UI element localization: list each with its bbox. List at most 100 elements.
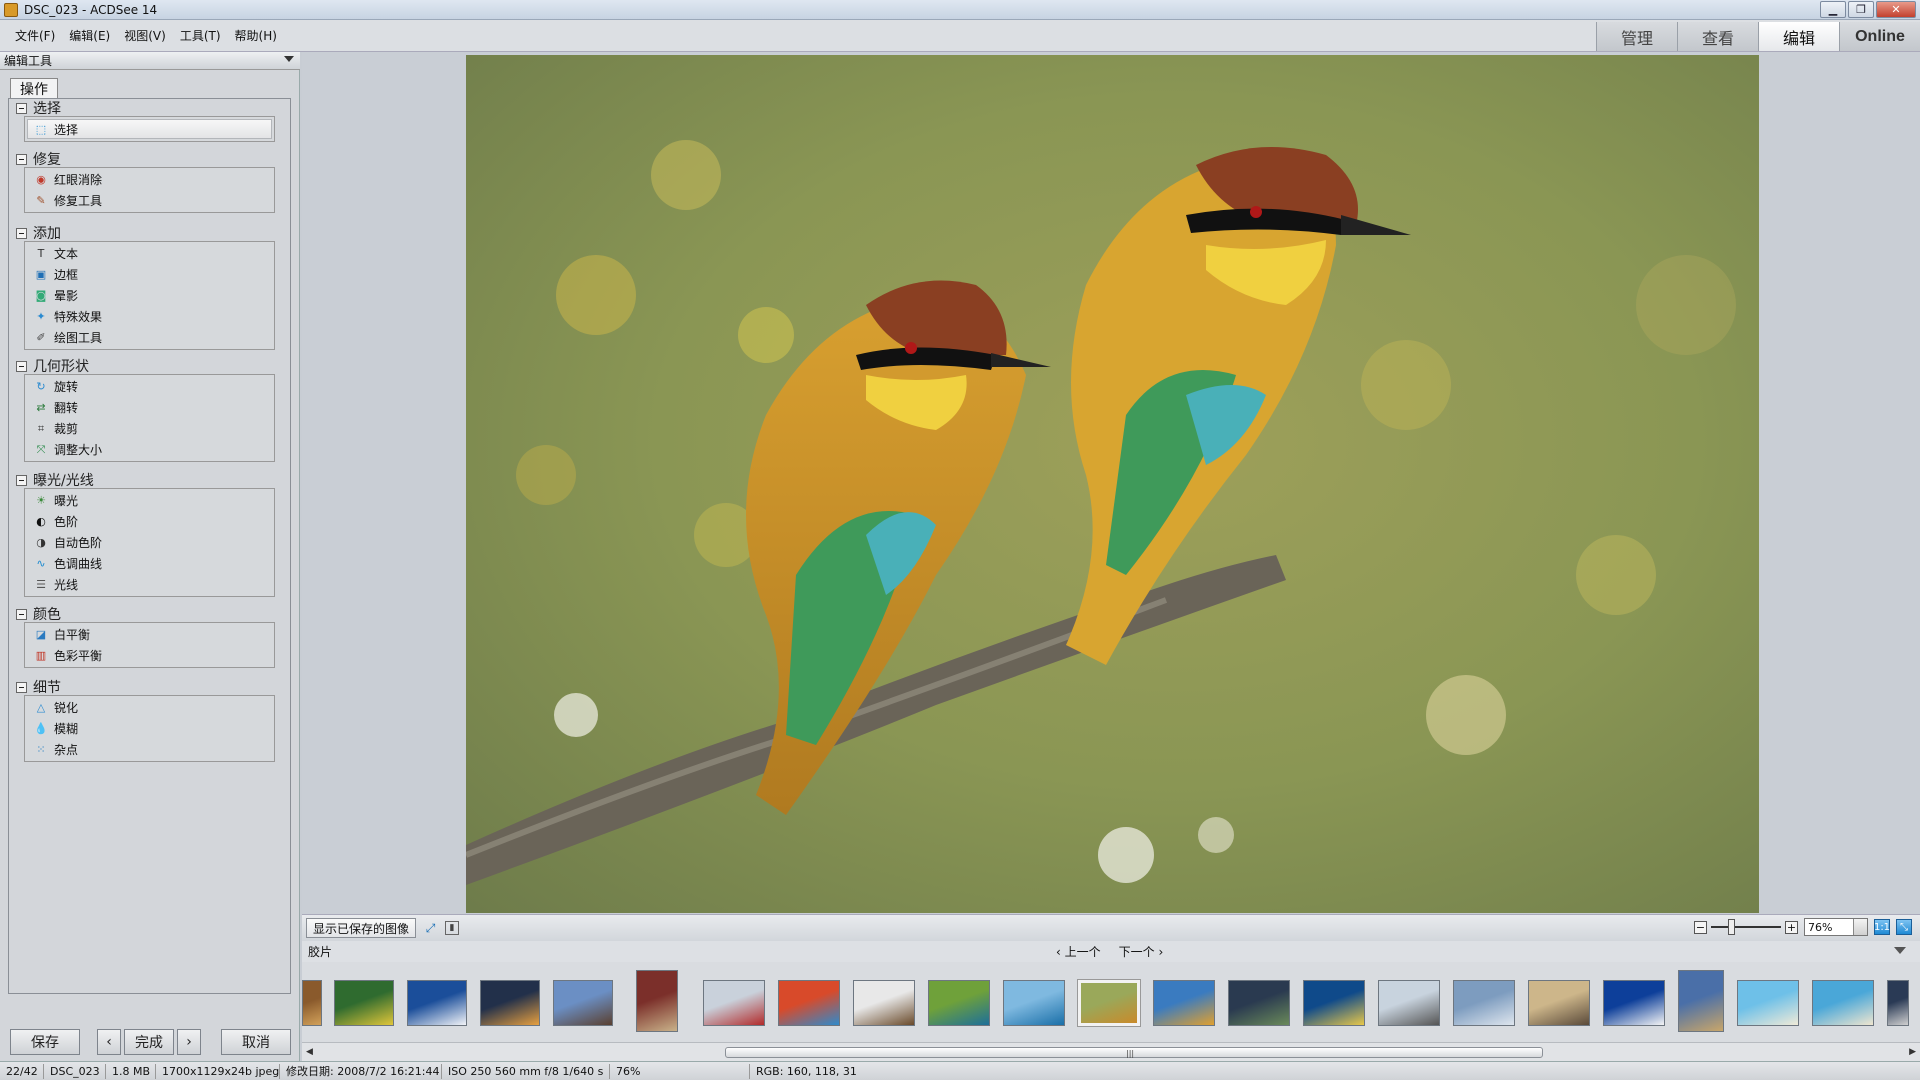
status-filename: DSC_023 <box>44 1063 106 1079</box>
tool-item[interactable]: ✎ 修复工具 <box>25 190 274 211</box>
collapse-minus-icon[interactable] <box>16 608 27 620</box>
tool-item[interactable]: ▣ 边框 <box>25 264 274 285</box>
tool-item[interactable]: ◪ 白平衡 <box>25 624 274 645</box>
bee-eaters-photo[interactable] <box>466 55 1759 913</box>
filmstrip-thumb-09[interactable] <box>853 980 915 1026</box>
tool-item[interactable]: ⤧ 调整大小 <box>25 439 274 460</box>
tab-operations[interactable]: 操作 <box>10 78 58 98</box>
actual-size-icon[interactable]: 1:1 <box>1874 919 1890 935</box>
filmstrip-thumb-12[interactable] <box>1077 979 1141 1027</box>
filmstrip-thumb-20[interactable] <box>1678 970 1724 1032</box>
tool-group-header[interactable]: 修复 <box>16 151 276 168</box>
tool-item[interactable]: 💧 模糊 <box>25 718 274 739</box>
tool-item[interactable]: ◑ 自动色阶 <box>25 532 274 553</box>
minimize-button[interactable]: ▁ <box>1820 1 1846 18</box>
filmstrip-scrollbar[interactable]: ◀ ||| ▶ <box>302 1042 1920 1061</box>
filmstrip-thumb-08[interactable] <box>778 980 840 1026</box>
tool-group-header[interactable]: 曝光/光线 <box>16 472 276 489</box>
filmstrip-thumb-01[interactable] <box>302 980 322 1026</box>
filmstrip-collapse-icon[interactable] <box>1894 947 1906 954</box>
tool-item[interactable]: ◐ 色阶 <box>25 511 274 532</box>
show-saved-image-button[interactable]: 显示已保存的图像 <box>306 918 417 938</box>
close-button[interactable]: ✕ <box>1876 1 1916 18</box>
histogram-icon[interactable]: ▮ <box>445 921 460 935</box>
restore-button[interactable]: ❐ <box>1848 1 1874 18</box>
filmstrip-thumb-03[interactable] <box>407 980 467 1026</box>
tool-item[interactable]: ☀ 曝光 <box>25 490 274 511</box>
collapse-minus-icon[interactable] <box>16 227 27 239</box>
tool-group-header[interactable]: 选择 <box>16 100 276 117</box>
collapse-minus-icon[interactable] <box>16 153 27 165</box>
filmstrip-thumb-05[interactable] <box>553 980 613 1026</box>
filmstrip-thumb-17[interactable] <box>1453 980 1515 1026</box>
fit-to-screen-icon[interactable]: ⤢ <box>422 920 439 937</box>
tool-item[interactable]: ∿ 色调曲线 <box>25 553 274 574</box>
mode-tab-edit[interactable]: 编辑 <box>1758 22 1839 51</box>
tool-item[interactable]: T 文本 <box>25 243 274 264</box>
menu-edit[interactable]: 编辑(E) <box>62 27 117 44</box>
filmstrip-thumb-21[interactable] <box>1737 980 1799 1026</box>
tool-group-header[interactable]: 颜色 <box>16 606 276 623</box>
zoom-slider-thumb[interactable] <box>1728 919 1735 935</box>
filmstrip-thumb-15[interactable] <box>1303 980 1365 1026</box>
tool-item[interactable]: ☰ 光线 <box>25 574 274 595</box>
tool-item[interactable]: ◙ 晕影 <box>25 285 274 306</box>
menu-file[interactable]: 文件(F) <box>8 27 62 44</box>
collapse-minus-icon[interactable] <box>16 474 27 486</box>
collapse-minus-icon[interactable] <box>16 102 27 114</box>
tool-item[interactable]: ✦ 特殊效果 <box>25 306 274 327</box>
filmstrip-thumb-22[interactable] <box>1812 980 1874 1026</box>
mode-tab-online[interactable]: Online <box>1839 22 1920 51</box>
filmstrip <box>302 962 1920 1042</box>
filmstrip-thumb-07[interactable] <box>703 980 765 1026</box>
collapse-minus-icon[interactable] <box>16 360 27 372</box>
fit-image-icon[interactable]: ⤡ <box>1896 919 1912 935</box>
zoom-level-select[interactable]: 76% <box>1804 918 1868 936</box>
done-button[interactable]: 完成 <box>124 1029 174 1055</box>
filmstrip-thumb-23[interactable] <box>1887 980 1909 1026</box>
filmstrip-thumb-02[interactable] <box>334 980 394 1026</box>
zoom-slider[interactable] <box>1711 919 1781 935</box>
filmstrip-thumb-14[interactable] <box>1228 980 1290 1026</box>
menu-help[interactable]: 帮助(H) <box>228 27 284 44</box>
next-tool-button[interactable]: › <box>177 1029 201 1055</box>
save-button[interactable]: 保存 <box>10 1029 80 1055</box>
next-image-link[interactable]: 下一个 › <box>1119 943 1164 960</box>
tool-label: 锐化 <box>54 701 79 715</box>
mode-tab-manage[interactable]: 管理 <box>1596 22 1677 51</box>
tool-group-header[interactable]: 几何形状 <box>16 358 276 375</box>
filmstrip-thumb-13[interactable] <box>1153 980 1215 1026</box>
tool-item[interactable]: ↻ 旋转 <box>25 376 274 397</box>
scroll-left-icon[interactable]: ◀ <box>306 1047 313 1057</box>
cancel-button[interactable]: 取消 <box>221 1029 291 1055</box>
tool-item[interactable]: ◉ 红眼消除 <box>25 169 274 190</box>
tool-group-header[interactable]: 细节 <box>16 679 276 696</box>
previous-image-link[interactable]: ‹ 上一个 <box>1056 943 1101 960</box>
filmstrip-thumb-06[interactable] <box>636 970 678 1032</box>
filmstrip-scroll-thumb[interactable]: ||| <box>725 1047 1543 1058</box>
mode-tab-view[interactable]: 查看 <box>1677 22 1758 51</box>
scroll-right-icon[interactable]: ▶ <box>1909 1047 1916 1057</box>
menu-tools[interactable]: 工具(T) <box>173 27 228 44</box>
tool-item[interactable]: ⬚ 选择 <box>27 119 272 139</box>
filmstrip-thumb-19[interactable] <box>1603 980 1665 1026</box>
menu-view[interactable]: 视图(V) <box>117 27 173 44</box>
zoom-out-button[interactable]: − <box>1694 920 1707 934</box>
filmstrip-thumb-16[interactable] <box>1378 980 1440 1026</box>
filmstrip-thumb-10[interactable] <box>928 980 990 1026</box>
tool-label: 模糊 <box>54 722 79 736</box>
filmstrip-thumb-04[interactable] <box>480 980 540 1026</box>
panel-dropdown-icon[interactable] <box>284 56 294 62</box>
tool-item[interactable]: ✐ 绘图工具 <box>25 327 274 348</box>
tool-group-header[interactable]: 添加 <box>16 225 276 242</box>
tool-item[interactable]: △ 锐化 <box>25 697 274 718</box>
tool-item[interactable]: ⌗ 裁剪 <box>25 418 274 439</box>
collapse-minus-icon[interactable] <box>16 681 27 693</box>
zoom-in-button[interactable]: + <box>1785 920 1798 934</box>
tool-item[interactable]: ▥ 色彩平衡 <box>25 645 274 666</box>
filmstrip-thumb-18[interactable] <box>1528 980 1590 1026</box>
tool-item[interactable]: ⇄ 翻转 <box>25 397 274 418</box>
previous-tool-button[interactable]: ‹ <box>97 1029 121 1055</box>
tool-item[interactable]: ⁙ 杂点 <box>25 739 274 760</box>
filmstrip-thumb-11[interactable] <box>1003 980 1065 1026</box>
